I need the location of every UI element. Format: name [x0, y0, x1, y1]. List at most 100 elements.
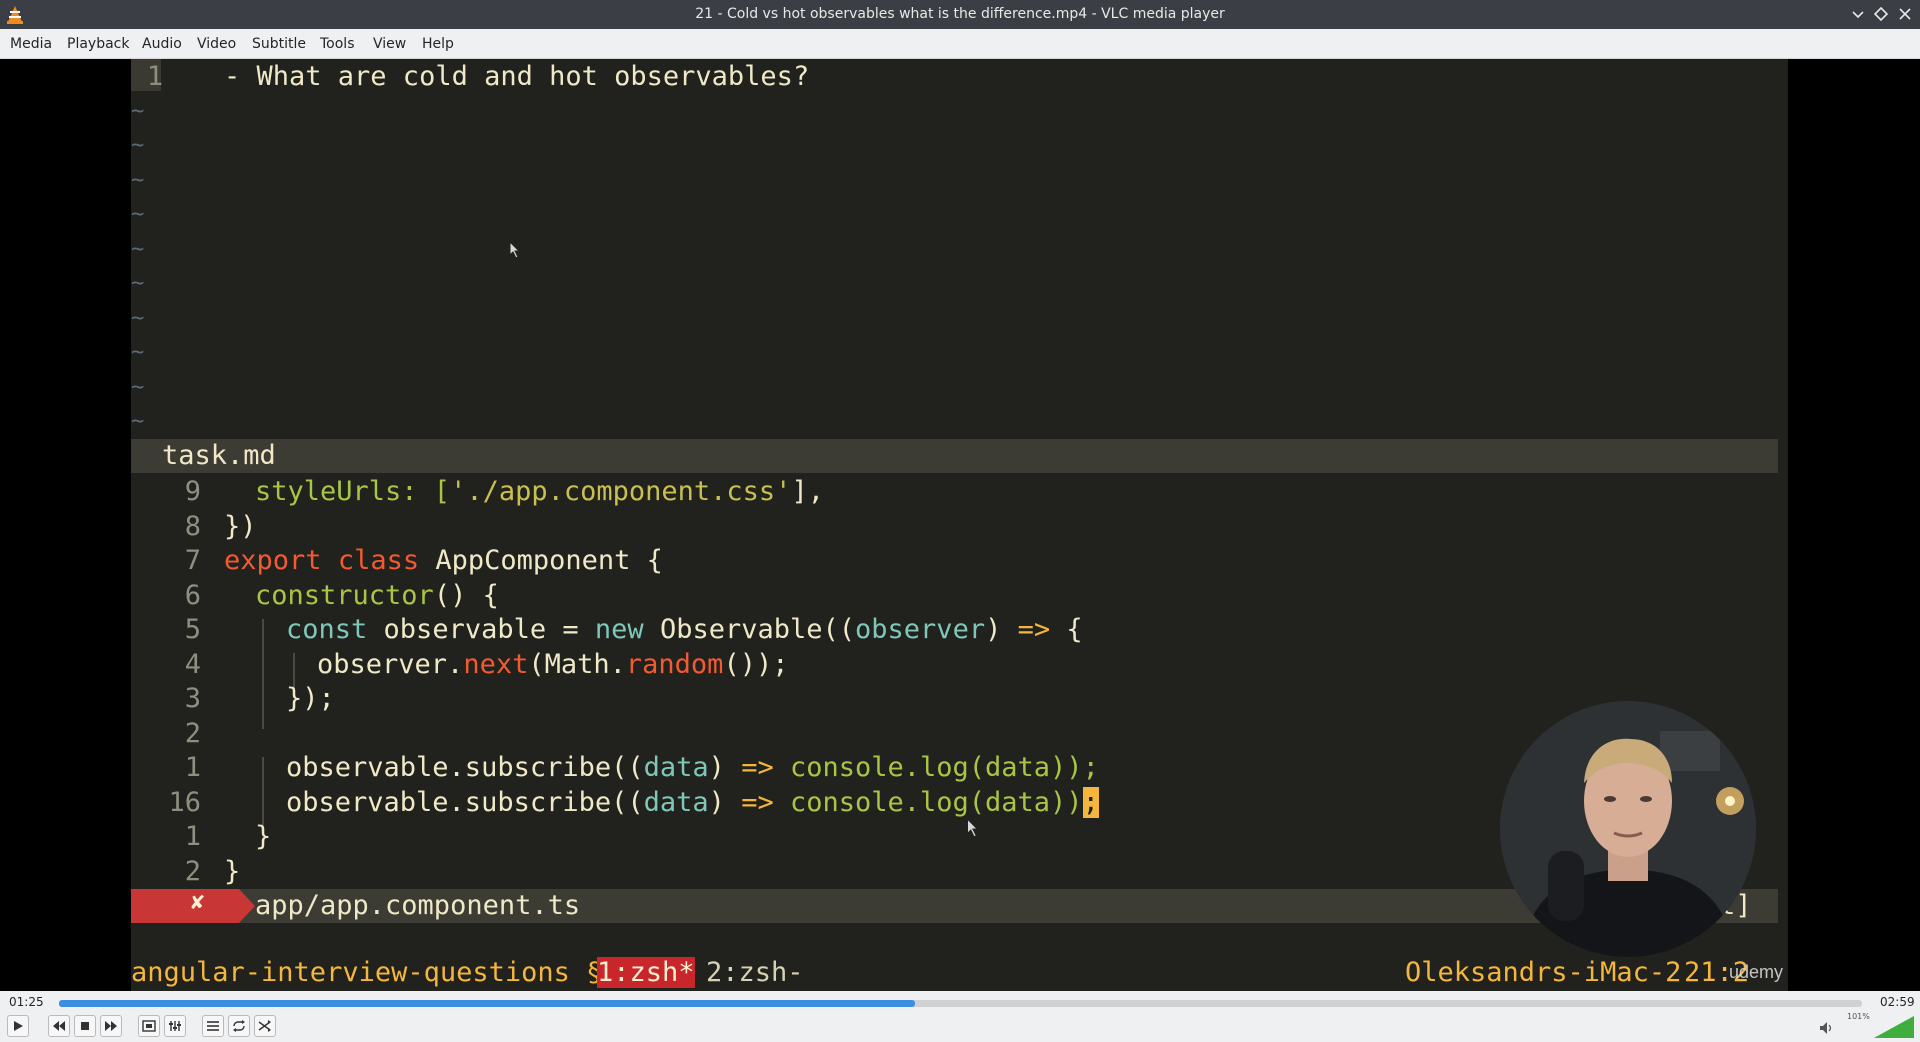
menu-tools[interactable]: Tools — [320, 36, 355, 52]
code-token: ()); — [723, 649, 789, 680]
empty-line-marker: ~ — [131, 409, 145, 434]
code-token: AppComponent { — [435, 545, 663, 576]
shuffle-button[interactable] — [254, 1015, 276, 1037]
playlist-button[interactable] — [202, 1015, 224, 1037]
speaker-icon[interactable] — [1819, 1021, 1835, 1035]
previous-button[interactable] — [48, 1015, 70, 1037]
extended-settings-button[interactable] — [164, 1015, 186, 1037]
code-token: export — [224, 545, 322, 576]
code-line: }) — [224, 511, 257, 542]
code-line: observable.subscribe((data) => console.l… — [286, 787, 1099, 818]
tmux-window: 2:zsh- — [706, 957, 804, 988]
error-icon: ✘ — [191, 890, 205, 915]
menu-video[interactable]: Video — [197, 36, 236, 52]
shuffle-icon — [258, 1020, 271, 1032]
stop-button[interactable] — [74, 1015, 96, 1037]
code-line: export class AppComponent { — [224, 545, 663, 576]
indent-guide — [262, 757, 264, 825]
menu-media[interactable]: Media — [10, 36, 52, 52]
empty-line-marker: ~ — [131, 340, 145, 365]
code-token: () { — [433, 580, 499, 611]
empty-line-marker: ~ — [131, 375, 145, 400]
line-number: 7 — [184, 545, 201, 576]
error-indicator: ✘ — [131, 889, 239, 923]
volume-percent: 101% — [1847, 1012, 1870, 1021]
video-area[interactable]: 1 - What are cold and hot observables? ~… — [0, 59, 1920, 991]
code-token: observable — [383, 614, 547, 645]
menu-view[interactable]: View — [373, 36, 406, 52]
empty-line-marker: ~ — [131, 168, 145, 193]
code-token: observable.subscribe(( — [286, 752, 644, 783]
code-token: data — [643, 752, 709, 783]
play-button[interactable] — [7, 1015, 29, 1037]
code-token: => — [741, 752, 774, 783]
tmux-session: angular-interview-questions § — [131, 957, 603, 988]
task-statusline: task.md — [131, 439, 1778, 473]
code-token: (Math. — [528, 649, 626, 680]
code-token: ) — [985, 614, 1002, 645]
code-token: console.log(data)) — [789, 787, 1083, 818]
line-number: 8 — [184, 511, 201, 542]
menu-help[interactable]: Help — [422, 36, 454, 52]
fullscreen-button[interactable] — [138, 1015, 160, 1037]
code-token: styleUrls: [ — [255, 476, 451, 507]
file-name: app/app.component.ts — [255, 890, 581, 921]
code-token: ) — [708, 787, 725, 818]
code-line: constructor() { — [255, 580, 499, 611]
next-button[interactable] — [100, 1015, 122, 1037]
task-filename: task.md — [162, 440, 276, 471]
skip-forward-icon — [105, 1021, 117, 1031]
code-token: observer. — [317, 649, 464, 680]
code-line: observable.subscribe((data) => console.l… — [286, 752, 1099, 783]
menu-subtitle[interactable]: Subtitle — [252, 36, 306, 52]
code-line: const observable = new Observable((obser… — [286, 614, 1083, 645]
code-token: { — [1066, 614, 1083, 645]
maximize-icon[interactable] — [1872, 5, 1890, 23]
video-frame: 1 - What are cold and hot observables? ~… — [131, 59, 1788, 991]
line-number: 16 — [168, 787, 201, 818]
code-token: ], — [791, 476, 824, 507]
tmux-statusbar: angular-interview-questions § 1:zsh* 2:z… — [131, 955, 1788, 991]
skip-back-icon — [53, 1021, 65, 1031]
menu-audio[interactable]: Audio — [142, 36, 182, 52]
menu-bar: Media Playback Audio Video Subtitle Tool… — [0, 29, 1920, 59]
udemy-watermark: udemy — [1729, 962, 1784, 982]
mouse-pointer-icon — [966, 818, 979, 838]
code-token: console.log(data)); — [789, 752, 1099, 783]
code-token: observer — [855, 614, 986, 645]
line-number: 2 — [184, 718, 201, 749]
code-token: observable.subscribe(( — [286, 787, 644, 818]
tmux-hostname: Oleksandrs-iMac-2 — [1405, 957, 1682, 988]
line-number: 1 — [184, 821, 201, 852]
empty-line-marker: ~ — [131, 99, 145, 124]
empty-line-marker: ~ — [131, 202, 145, 227]
seek-slider[interactable] — [59, 1000, 1862, 1007]
empty-line-marker: ~ — [131, 306, 145, 331]
indent-guide — [262, 619, 264, 729]
close-icon[interactable] — [1896, 5, 1914, 23]
code-line: } — [255, 821, 272, 852]
line-number: 6 — [184, 580, 201, 611]
code-token: './app.component.css' — [450, 476, 792, 507]
code-line: } — [224, 856, 241, 887]
fullscreen-icon — [142, 1020, 156, 1032]
code-token: data — [643, 787, 709, 818]
minimize-icon[interactable] — [1849, 5, 1867, 23]
loop-button[interactable] — [228, 1015, 250, 1037]
line-number: 9 — [184, 476, 201, 507]
line-number: 1 — [146, 61, 164, 92]
presenter-webcam — [1500, 701, 1756, 957]
menu-playback[interactable]: Playback — [67, 36, 129, 52]
line-number: 1 — [184, 752, 201, 783]
mouse-pointer-icon — [509, 241, 521, 259]
volume-slider[interactable] — [1874, 1016, 1914, 1038]
code-line: }); — [286, 683, 335, 714]
code-token: random — [625, 649, 724, 680]
play-icon — [14, 1021, 23, 1031]
playlist-icon — [207, 1021, 219, 1031]
code-token: => — [1017, 614, 1051, 645]
playback-controls: 01:25 02:59 101% — [0, 991, 1920, 1042]
empty-line-marker: ~ — [131, 271, 145, 296]
elapsed-time: 01:25 — [9, 995, 44, 1009]
text-cursor: ; — [1082, 787, 1099, 818]
